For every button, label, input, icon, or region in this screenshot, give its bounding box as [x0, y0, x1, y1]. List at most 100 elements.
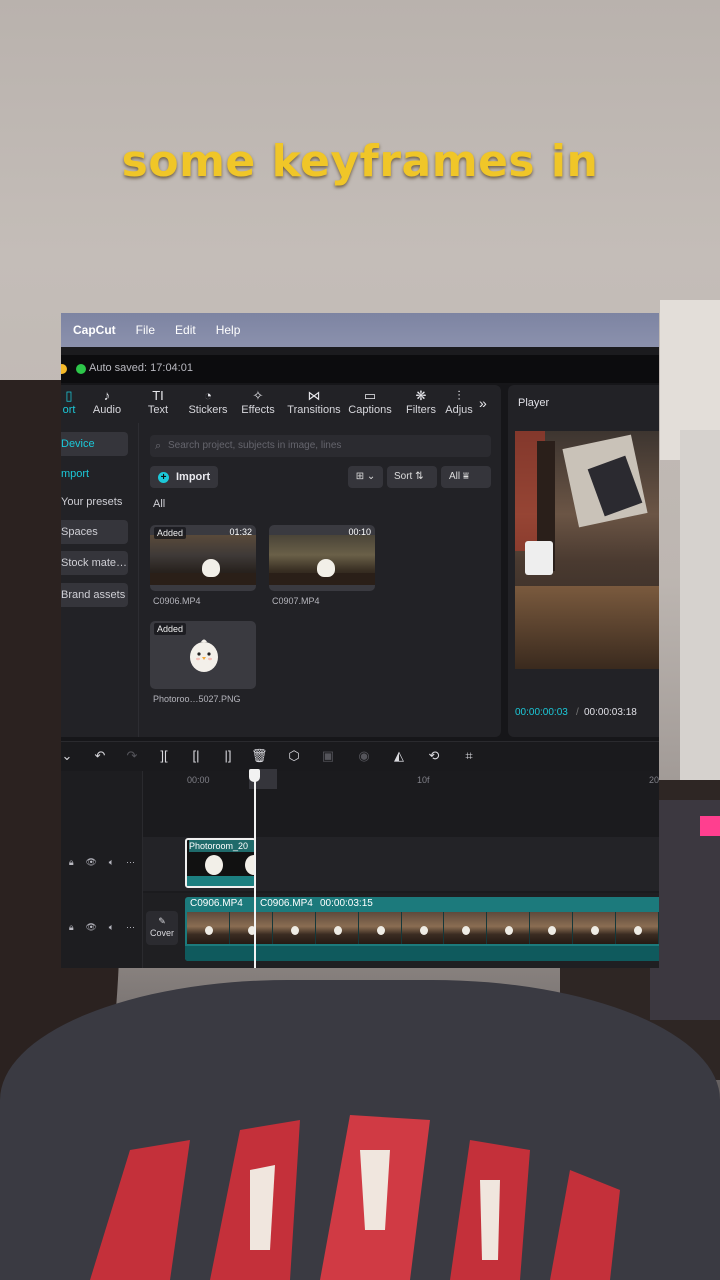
media-item-c0906[interactable]: Added 01:32 [150, 525, 256, 591]
film-frame [487, 912, 531, 944]
film-frame [315, 912, 359, 944]
split-left-icon[interactable]: [| [188, 748, 204, 763]
clip-name: C0906.MP4 [190, 898, 243, 909]
video-caption: some keyframes in [121, 136, 599, 187]
clip-filmstrip [187, 912, 659, 944]
overlay-track-controls: 🔒︎ 👁︎ 🔈︎ ⋯ [63, 857, 141, 868]
view-toggle-button[interactable]: ⊞ ⌄ [348, 466, 383, 488]
tab-adjust[interactable]: ⫶ Adjus [439, 388, 479, 416]
tab-transitions[interactable]: ⋈ Transitions [283, 388, 345, 416]
overlay-clip-photoroom[interactable]: Photoroom_20 [185, 838, 256, 888]
undo-icon[interactable]: ↶ [92, 748, 108, 764]
text-icon: TI [152, 388, 164, 403]
tab-effects[interactable]: ✧ Effects [232, 388, 284, 416]
mirror-icon[interactable]: ◭ [391, 748, 407, 764]
filter-icon: ⩸ [462, 471, 469, 482]
main-video-clip[interactable]: C0906.MP4 C0906.MP4 00:00:03:15 [185, 897, 659, 961]
film-frame [358, 912, 402, 944]
sidebar-item-your-presets[interactable]: Your presets [61, 490, 128, 514]
dropdown-icon[interactable]: ⌄ [61, 748, 75, 764]
ruler-label: 20 [649, 775, 659, 785]
search-input[interactable]: Search project, subjects in image, lines [150, 435, 491, 457]
preview-mug [525, 541, 553, 575]
sort-button[interactable]: Sort ⇅ [387, 466, 437, 488]
visibility-icon[interactable]: 👁︎ [86, 857, 97, 868]
category-tabs: ▯ ort ♪ Audio TI Text ◔ Stickers ✧ Effects ⋈ T… [61, 385, 501, 423]
duration-label: 00:10 [348, 527, 371, 537]
media-name: C0907.MP4 [272, 596, 320, 606]
audio-waveform [185, 946, 659, 961]
tab-captions[interactable]: ▭ Captions [344, 388, 396, 416]
tab-stickers[interactable]: ◔ Stickers [182, 388, 234, 416]
film-frame [573, 912, 617, 944]
menu-bar: CapCut File Edit Help [61, 313, 659, 347]
added-badge: Added [154, 527, 187, 539]
tab-text[interactable]: TI Text [132, 388, 184, 416]
sidebar-item-brand-assets[interactable]: Brand assets [61, 583, 128, 607]
clip-strip [187, 876, 254, 886]
file-menu[interactable]: File [136, 323, 155, 337]
playhead-handle[interactable] [249, 769, 260, 782]
sidebar-item-device[interactable]: Device [61, 432, 128, 456]
import-button[interactable]: + Import [150, 466, 218, 488]
freeze-icon[interactable]: ▣ [320, 748, 336, 764]
app-menu[interactable]: CapCut [73, 323, 116, 337]
lock-icon[interactable]: 🔒︎ [69, 857, 74, 868]
ruler-label: 00:00 [187, 775, 210, 785]
captions-icon: ▭ [363, 388, 377, 403]
autosave-status: Auto saved: 17:04:01 [89, 362, 193, 374]
visibility-icon[interactable]: 👁︎ [86, 922, 97, 933]
chick-figure-image [190, 639, 218, 672]
media-item-photoroom-png[interactable]: Added [150, 621, 256, 689]
split-right-icon[interactable]: |] [220, 748, 236, 763]
help-menu[interactable]: Help [216, 323, 241, 337]
edit-menu[interactable]: Edit [175, 323, 196, 337]
more-icon[interactable]: ⋯ [126, 857, 135, 868]
player-panel: Player 00:00:00:03 / 00:00:03:18 [508, 385, 659, 737]
player-preview[interactable] [515, 431, 659, 669]
background-pink-object [700, 816, 720, 836]
maximize-dot[interactable] [76, 364, 86, 374]
playhead[interactable] [254, 769, 256, 968]
capcut-window: CapCut File Edit Help Auto saved: 17:04:… [61, 313, 659, 968]
more-tabs-icon[interactable]: » [479, 395, 487, 411]
mute-icon[interactable]: 🔈︎ [109, 857, 114, 868]
current-time: 00:00:00:03 [515, 707, 568, 718]
lock-icon[interactable]: 🔒︎ [69, 922, 74, 933]
total-time: 00:00:03:18 [584, 707, 637, 718]
clip-label: Photoroom_20 [189, 840, 254, 852]
sidebar-item-stock-materials[interactable]: Stock mate… [61, 551, 128, 575]
rotate-icon[interactable]: ⟲ [426, 748, 442, 764]
film-frame [401, 912, 445, 944]
reverse-icon[interactable]: ◉ [356, 748, 372, 764]
crop-icon[interactable]: ⌗ [461, 748, 477, 764]
timeline-toolbar: ⌄ ↶ ↷ ][ [| |] 🗑 ⬡ ▣ ◉ ◭ ⟲ ⌗ [61, 741, 659, 771]
sidebar-item-spaces[interactable]: Spaces [61, 520, 128, 544]
media-item-c0907[interactable]: 00:10 [269, 525, 375, 591]
film-frame [616, 912, 659, 944]
delete-icon[interactable]: 🗑 [251, 748, 268, 764]
redo-icon[interactable]: ↷ [124, 748, 140, 764]
time-separator: / [576, 707, 579, 718]
clip-frame-figure [205, 855, 223, 875]
transitions-icon: ⋈ [307, 388, 321, 403]
audio-icon: ♪ [103, 388, 111, 403]
mark-icon[interactable]: ⬡ [286, 748, 302, 764]
sidebar-item-import[interactable]: mport [61, 462, 128, 486]
filter-button[interactable]: All ⩸ [441, 466, 491, 488]
film-frame [444, 912, 488, 944]
media-panel: ▯ ort ♪ Audio TI Text ◔ Stickers ✧ Effects ⋈ T… [61, 385, 501, 737]
grid-icon: ⊞ ⌄ [355, 471, 376, 482]
sticker-icon: ◔ [204, 388, 212, 403]
split-icon[interactable]: ][ [156, 748, 172, 763]
track-headers: 🔒︎ 👁︎ 🔈︎ ⋯ 🔒︎ 👁︎ 🔈︎ ⋯ [61, 771, 143, 968]
background-wall [680, 430, 720, 810]
tab-audio[interactable]: ♪ Audio [81, 388, 133, 416]
media-name: Photoroo…5027.PNG [153, 694, 241, 704]
mute-icon[interactable]: 🔈︎ [109, 922, 114, 933]
minimize-dot[interactable] [61, 364, 67, 374]
duration-label: 01:32 [229, 527, 252, 537]
more-icon[interactable]: ⋯ [126, 922, 135, 933]
film-frame [530, 912, 574, 944]
cover-button[interactable]: ✎ Cover [146, 911, 178, 945]
